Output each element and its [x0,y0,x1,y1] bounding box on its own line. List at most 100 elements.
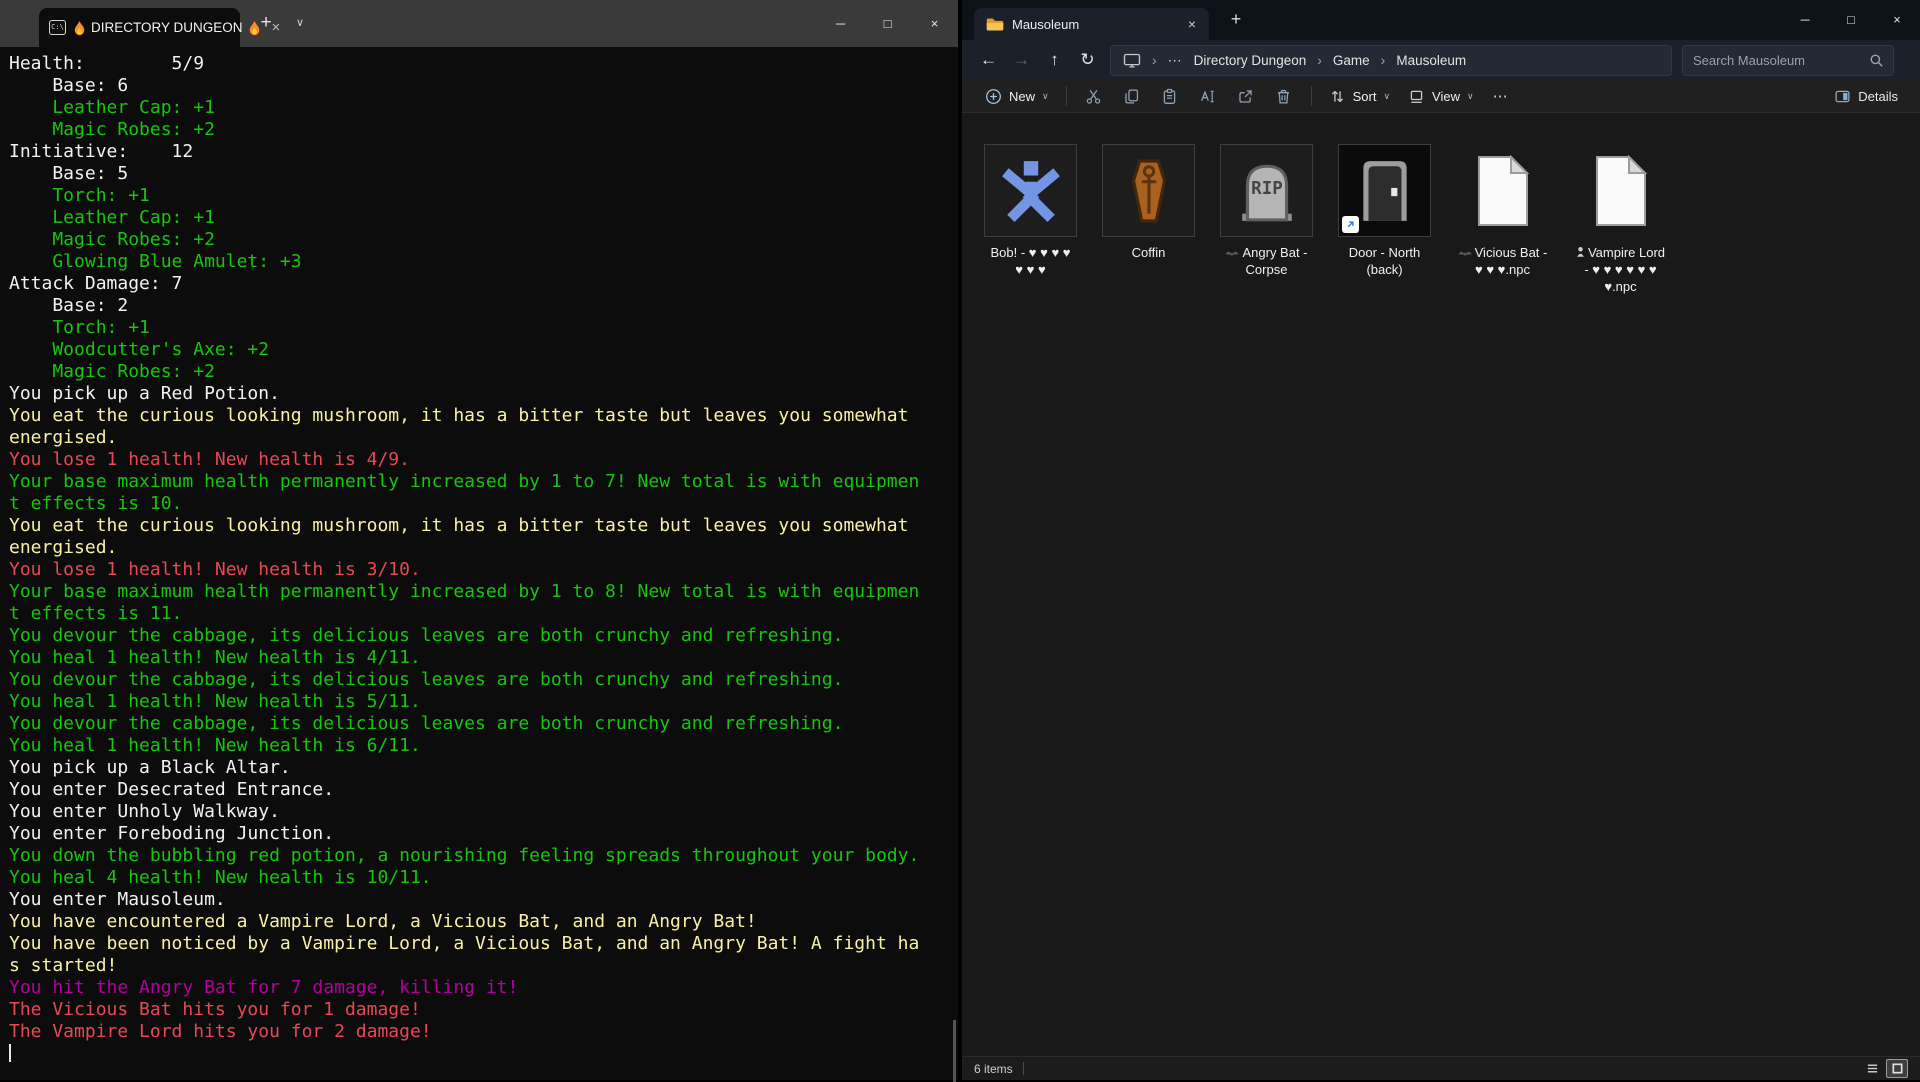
share-icon [1237,88,1254,105]
list-view-icon [1866,1062,1879,1075]
shortcut-arrow-icon [1342,216,1359,233]
file-item[interactable]: Vicious Bat -♥ ♥ ♥.npc [1450,144,1555,278]
terminal-tab[interactable]: C:\ DIRECTORY DUNGEON × [39,8,240,47]
close-button[interactable]: × [911,0,958,47]
maximize-button[interactable]: □ [1828,0,1874,40]
terminal-line: You eat the curious looking mushroom, it… [9,515,958,537]
file-item[interactable]: Door - North(back) [1332,144,1437,278]
scrollbar-thumb[interactable] [953,1020,956,1082]
terminal-scrollbar[interactable] [951,47,957,1080]
tab-dropdown-icon[interactable]: ∨ [288,16,312,29]
terminal-cursor [9,1044,11,1062]
breadcrumb-item[interactable]: Directory Dungeon [1194,53,1307,68]
terminal-line: energised. [9,427,958,449]
terminal-line [9,1043,958,1065]
file-grid: Bob! - ♥ ♥ ♥ ♥♥ ♥ ♥ Coffin Angry Bat -Co… [978,144,1920,295]
breadcrumb-overflow-button[interactable]: ⋯ [1168,52,1183,69]
search-input[interactable] [1693,53,1869,68]
file-item[interactable]: Angry Bat -Corpse [1214,144,1319,278]
new-tab-button[interactable]: + [1222,9,1250,30]
terminal-line: You lose 1 health! New health is 3/10. [9,559,958,581]
file-item[interactable]: Bob! - ♥ ♥ ♥ ♥♥ ♥ ♥ [978,144,1083,278]
file-item[interactable]: Coffin [1096,144,1201,261]
explorer-tab-title: Mausoleum [1012,17,1175,32]
chevron-down-icon: ∨ [1383,91,1390,102]
terminal-line: energised. [9,537,958,559]
terminal-line: You eat the curious looking mushroom, it… [9,405,958,427]
file-name: Bob! - ♥ ♥ ♥ ♥♥ ♥ ♥ [990,244,1070,278]
terminal-line: Base: 6 [9,75,958,97]
trash-icon [1275,88,1292,105]
copy-icon [1123,88,1140,105]
new-button[interactable]: New ∨ [976,82,1058,110]
breadcrumb-item[interactable]: Mausoleum [1396,53,1466,68]
view-button[interactable]: View ∨ [1399,82,1483,110]
file-name: Coffin [1132,244,1166,261]
search-box[interactable] [1682,45,1894,76]
sort-button[interactable]: Sort ∨ [1320,82,1399,110]
address-bar: ← → ↑ ↻ › ⋯ Directory Dungeon › Game › M… [962,40,1920,80]
details-view-button[interactable] [1861,1059,1883,1078]
terminal-line: You heal 1 health! New health is 6/11. [9,735,958,757]
file-icon [984,144,1077,237]
rename-icon [1199,88,1216,105]
terminal-line: You heal 1 health! New health is 5/11. [9,691,958,713]
up-button[interactable]: ↑ [1038,50,1071,70]
icons-view-button[interactable] [1886,1059,1908,1078]
file-item[interactable]: Vampire Lord- ♥ ♥ ♥ ♥ ♥ ♥♥.npc [1568,144,1673,295]
this-pc-icon[interactable] [1123,52,1141,69]
delete-button[interactable] [1265,82,1303,110]
explorer-window: Mausoleum × + ─ □ × ← → ↑ ↻ › ⋯ Director… [962,0,1920,1080]
terminal-line: You devour the cabbage, its delicious le… [9,713,958,735]
terminal-line: You devour the cabbage, its delicious le… [9,669,958,691]
folder-icon [986,17,1004,32]
bat-emoji-icon [1458,249,1472,258]
more-options-button[interactable]: ⋯ [1483,87,1519,105]
refresh-button[interactable]: ↻ [1071,50,1104,70]
explorer-titlebar[interactable]: Mausoleum × + ─ □ × [962,0,1920,40]
file-list-area[interactable]: Bob! - ♥ ♥ ♥ ♥♥ ♥ ♥ Coffin Angry Bat -Co… [962,114,1920,1056]
cmd-icon: C:\ [49,20,66,35]
file-name: Vampire Lord- ♥ ♥ ♥ ♥ ♥ ♥♥.npc [1576,244,1665,295]
file-icon [1220,144,1313,237]
terminal-titlebar[interactable]: C:\ DIRECTORY DUNGEON × + ∨ ─ □ × [0,0,958,47]
terminal-line: You heal 1 health! New health is 4/11. [9,647,958,669]
terminal-line: You down the bubbling red potion, a nour… [9,845,958,867]
terminal-line: You enter Desecrated Entrance. [9,779,958,801]
terminal-line: Your base maximum health permanently inc… [9,581,958,603]
explorer-tab[interactable]: Mausoleum × [974,8,1209,40]
close-button[interactable]: × [1874,0,1920,40]
minimize-button[interactable]: ─ [1782,0,1828,40]
maximize-button[interactable]: □ [864,0,911,47]
details-button[interactable]: Details [1826,88,1906,105]
forward-button[interactable]: → [1005,50,1038,70]
copy-button[interactable] [1113,82,1151,110]
terminal-line: Your base maximum health permanently inc… [9,471,958,493]
terminal-line: The Vicious Bat hits you for 1 damage! [9,999,958,1021]
terminal-line: Magic Robes: +2 [9,361,958,383]
file-icon [1338,144,1431,237]
terminal-screen[interactable]: Health: 5/9 Base: 6 Leather Cap: +1 Magi… [0,47,958,1080]
bat-emoji-icon [1225,249,1239,258]
terminal-line: s started! [9,955,958,977]
toolbar-divider [1311,86,1312,106]
back-button[interactable]: ← [972,50,1005,70]
toolbar-divider [1066,86,1067,106]
new-tab-button[interactable]: + [252,12,280,34]
tab-close-icon[interactable]: × [1183,16,1201,32]
flame-icon [73,20,86,36]
rename-button[interactable] [1189,82,1227,110]
cut-button[interactable] [1075,82,1113,110]
terminal-line: The Vampire Lord hits you for 2 damage! [9,1021,958,1043]
chevron-down-icon: ∨ [1042,91,1049,102]
search-icon[interactable] [1869,53,1884,68]
breadcrumb-item[interactable]: Game [1333,53,1370,68]
terminal-line: You devour the cabbage, its delicious le… [9,625,958,647]
share-button[interactable] [1227,82,1265,110]
terminal-line: Leather Cap: +1 [9,97,958,119]
paste-button[interactable] [1151,82,1189,110]
plus-circle-icon [985,88,1002,105]
breadcrumb[interactable]: › ⋯ Directory Dungeon › Game › Mausoleum [1110,45,1672,76]
status-bar: 6 items [962,1056,1920,1080]
minimize-button[interactable]: ─ [817,0,864,47]
